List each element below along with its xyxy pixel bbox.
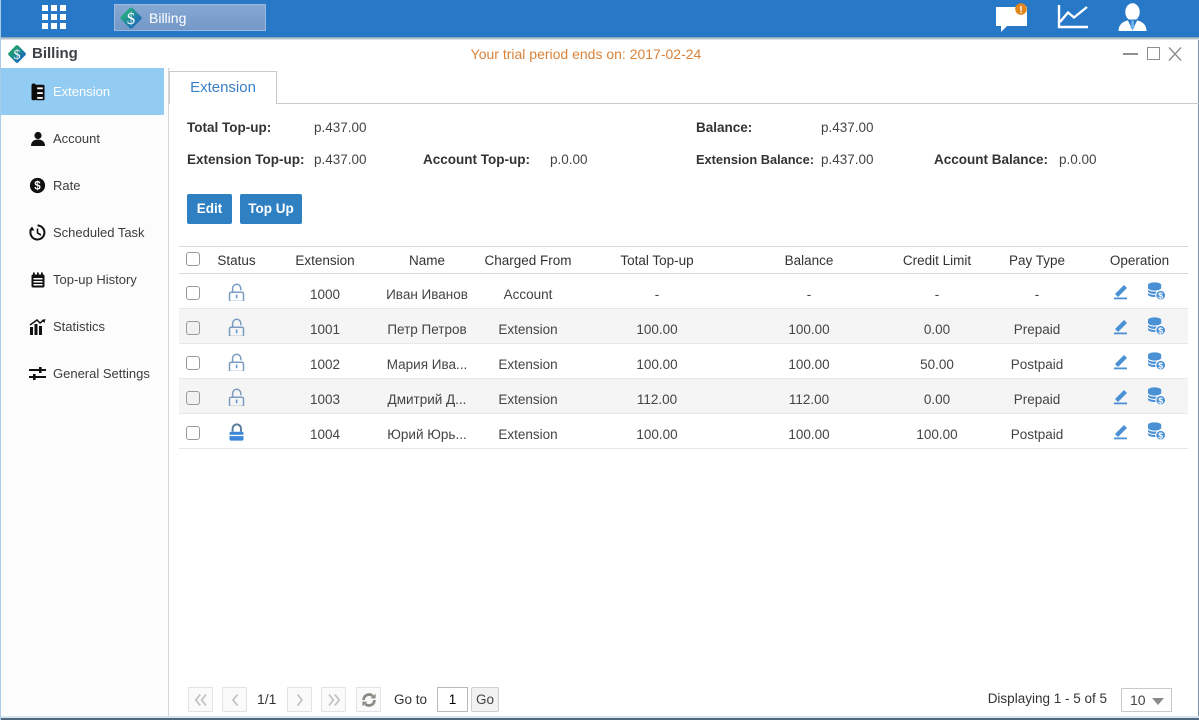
svg-text:$: $ [34, 181, 41, 193]
svg-text:$: $ [1158, 290, 1163, 300]
svg-text:$: $ [1158, 395, 1163, 405]
svg-text:$: $ [1158, 430, 1163, 440]
svg-text:!: ! [1019, 5, 1022, 16]
svg-text:$: $ [1158, 325, 1163, 335]
svg-text:$: $ [127, 9, 135, 28]
svg-text:$: $ [1158, 360, 1163, 370]
